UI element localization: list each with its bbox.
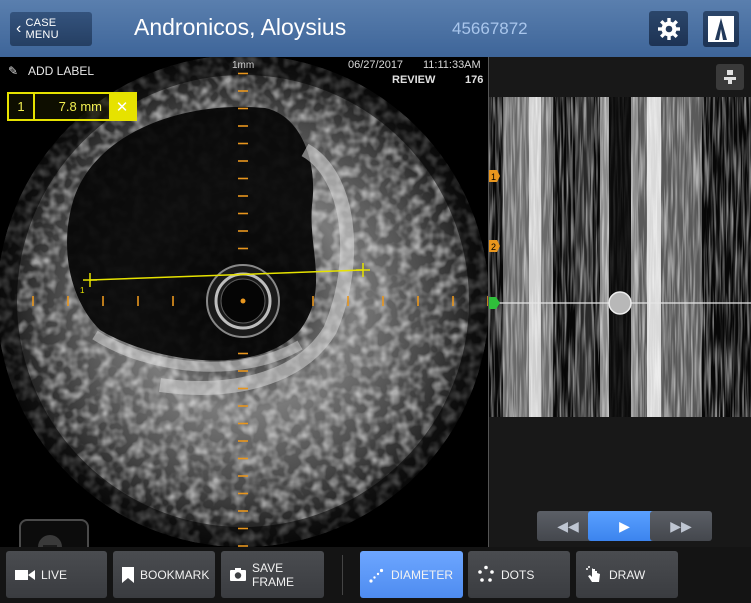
bookmark-button[interactable]: BOOKMARK [113, 551, 215, 598]
measurement-badge[interactable]: 1 7.8 mm ✕ [7, 92, 137, 121]
delete-measurement-button[interactable]: ✕ [109, 94, 135, 119]
fast-forward-icon: ▶▶ [670, 517, 692, 534]
toolbar-separator [342, 555, 343, 595]
draw-tool-button[interactable]: DRAW [576, 551, 678, 598]
svg-text:1: 1 [80, 286, 85, 295]
dots-tool-button[interactable]: DOTS [468, 551, 570, 598]
save-frame-label: SAVE FRAME [252, 560, 294, 589]
scale-label: 1mm [232, 60, 255, 71]
lmode-overlay: 1 2 [489, 170, 751, 315]
bookmark-label: BOOKMARK [140, 567, 210, 582]
chevron-left-icon: ‹ [16, 20, 22, 37]
header-bar: ‹ CASE MENU Andronicos, Aloysius 4566787… [0, 0, 751, 57]
draw-label: DRAW [609, 567, 646, 582]
rewind-icon: ◀◀ [557, 517, 579, 534]
frame-time: 11:11:33AM [423, 59, 481, 71]
hand-draw-icon [584, 565, 604, 585]
lview-toggle-button[interactable] [716, 64, 744, 90]
gear-icon [657, 17, 680, 40]
video-camera-icon [14, 567, 36, 583]
camera-icon [229, 567, 247, 582]
add-label-button[interactable]: ✎ ADD LABEL [8, 64, 94, 78]
pencil-icon: ✎ [8, 64, 19, 78]
add-label-text: ADD LABEL [28, 64, 95, 78]
patient-id: 45667872 [452, 19, 528, 38]
current-frame-marker [489, 297, 500, 309]
dots-icon [476, 565, 496, 585]
diameter-icon [368, 566, 386, 584]
lmode-position-handle[interactable] [608, 291, 632, 315]
settings-button[interactable] [649, 11, 688, 46]
case-menu-button[interactable]: ‹ CASE MENU [10, 12, 92, 46]
mode-indicator: REVIEW [392, 74, 436, 86]
live-label: LIVE [41, 567, 68, 582]
catheter-center-mark [240, 298, 246, 304]
diameter-label: DIAMETER [391, 567, 454, 582]
system-logo-button[interactable] [703, 11, 739, 47]
svg-text:2: 2 [491, 242, 496, 252]
patient-name: Andronicos, Aloysius [134, 14, 347, 40]
play-icon: ▶ [619, 517, 630, 534]
ivus-image[interactable]: 1 [0, 57, 488, 547]
save-frame-button[interactable]: SAVE FRAME [221, 551, 324, 598]
lview-icon [724, 70, 736, 84]
ivus-cross-section[interactable]: 1 [0, 57, 488, 547]
measurement-value: 7.8 mm [58, 99, 102, 114]
playback-controls: ◀◀ ▶ ▶▶ [489, 503, 751, 547]
fast-forward-button[interactable]: ▶▶ [650, 511, 712, 541]
case-menu-label: CASE MENU [25, 17, 59, 41]
measurement-index: 1 [9, 94, 35, 119]
bottom-toolbar: LIVE BOOKMARK SAVE FRAME DIAMETER DOTS D… [0, 547, 751, 603]
dots-label: DOTS [501, 567, 535, 582]
bookmark-marker-2[interactable]: 2 [489, 240, 500, 252]
live-button[interactable]: LIVE [6, 551, 107, 598]
svg-text:1: 1 [491, 172, 496, 182]
catheter-logo-icon [708, 16, 734, 42]
frame-date: 06/27/2017 [348, 59, 404, 71]
diameter-tool-button[interactable]: DIAMETER [360, 551, 463, 598]
bookmark-marker-1[interactable]: 1 [489, 170, 500, 182]
bookmark-icon [121, 566, 135, 584]
close-icon: ✕ [115, 98, 129, 116]
frame-number: 176 [465, 74, 484, 86]
